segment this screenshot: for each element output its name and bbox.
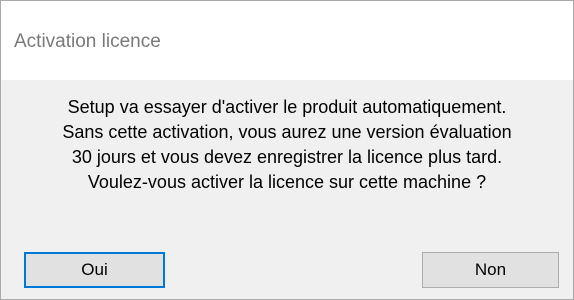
dialog-title: Activation licence [14,31,161,52]
dialog-title-bar: Activation licence [1,1,573,80]
no-button[interactable]: Non [422,252,559,288]
message-line: 30 jours et vous devez enregistrer la li… [71,147,503,167]
message-line: Setup va essayer d'activer le produit au… [67,97,507,117]
dialog-message: Setup va essayer d'activer le produit au… [1,95,573,195]
activation-dialog: Activation licence Setup va essayer d'ac… [0,0,574,300]
message-line: Voulez-vous activer la licence sur cette… [87,172,487,192]
message-line: Sans cette activation, vous aurez une ve… [62,122,512,142]
yes-button[interactable]: Oui [24,252,165,288]
